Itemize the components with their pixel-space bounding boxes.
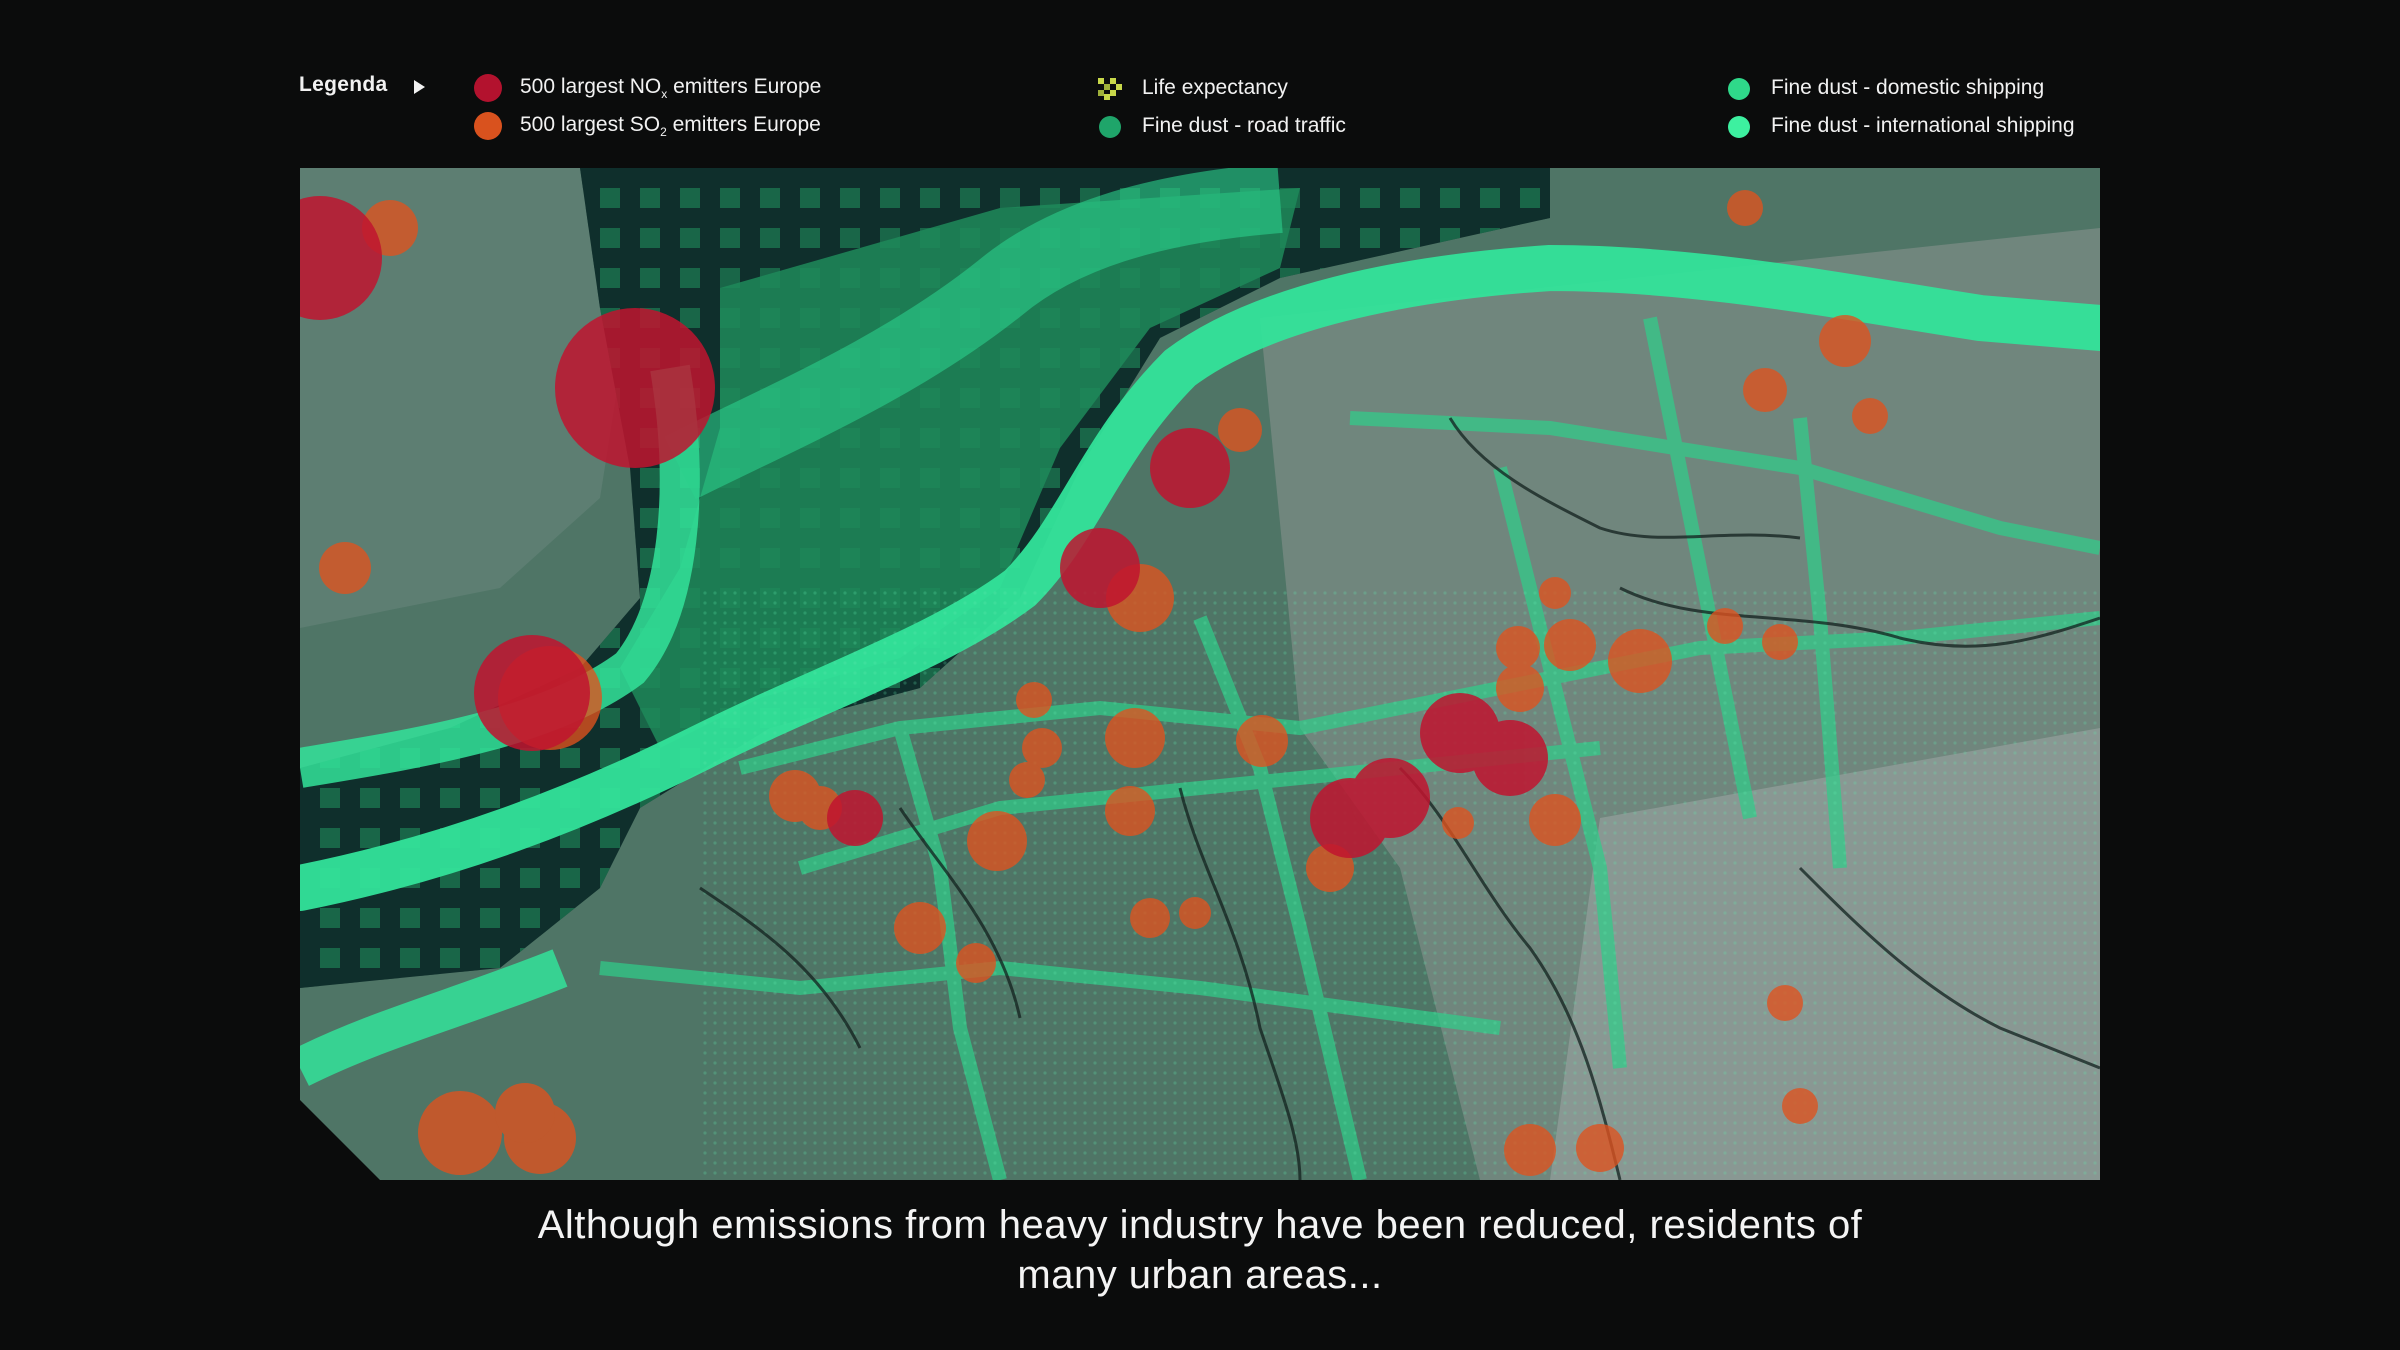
subtitle-line-1: Although emissions from heavy industry h… — [537, 1203, 1863, 1247]
emissions-map[interactable] — [300, 168, 2100, 1180]
road-dot-icon — [1099, 116, 1121, 138]
international-dot-icon — [1728, 116, 1750, 138]
legend: Legenda 500 largest NOx emitters Europe … — [0, 0, 2400, 160]
legend-road-label: Fine dust - road traffic — [1142, 114, 1346, 137]
nox-dot-icon — [474, 74, 502, 102]
legend-so2-sub: 2 — [660, 125, 667, 139]
road-dots-overlay — [700, 588, 2100, 1180]
legend-life-label: Life expectancy — [1142, 76, 1288, 99]
legend-domestic-label: Fine dust - domestic shipping — [1771, 76, 2045, 99]
legend-so2-prefix: 500 largest SO — [520, 113, 661, 136]
legend-nox-suffix: emitters Europe — [667, 75, 822, 98]
subtitle-line-2: many urban areas... — [1017, 1253, 1383, 1297]
domestic-dot-icon — [1728, 78, 1750, 100]
legend-so2-suffix: emitters Europe — [666, 113, 821, 136]
so2-dot-icon — [474, 112, 502, 140]
legend-expand-icon[interactable] — [414, 80, 425, 94]
legend-nox-prefix: 500 largest NO — [520, 75, 662, 98]
map-canvas — [300, 168, 2100, 1180]
legend-title: Legenda — [299, 73, 388, 96]
legend-international-label: Fine dust - international shipping — [1771, 114, 2075, 137]
subtitle-caption: Although emissions from heavy industry h… — [300, 1200, 2100, 1300]
checker-icon — [1098, 78, 1122, 100]
